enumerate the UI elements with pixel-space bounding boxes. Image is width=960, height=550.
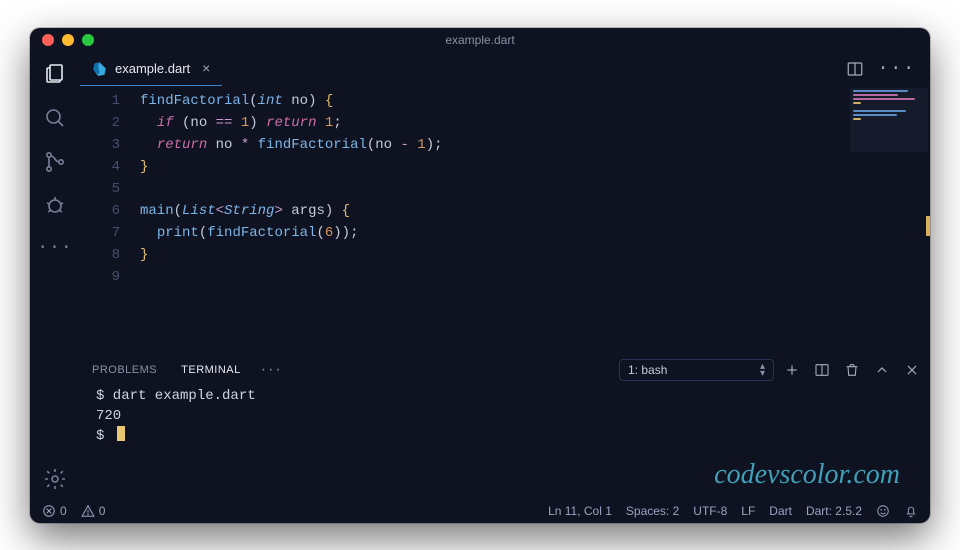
close-panel-icon[interactable] <box>904 362 920 378</box>
warning-icon <box>81 504 95 518</box>
status-encoding[interactable]: UTF-8 <box>693 504 727 518</box>
activity-bar: ··· <box>30 52 80 499</box>
bell-icon[interactable] <box>904 504 918 518</box>
trash-icon[interactable] <box>844 362 860 378</box>
debug-icon[interactable] <box>43 194 67 218</box>
tab-example-dart[interactable]: example.dart × <box>80 52 222 86</box>
split-terminal-icon[interactable] <box>814 362 830 378</box>
status-version[interactable]: Dart: 2.5.2 <box>806 504 862 518</box>
status-bar: 0 0 Ln 11, Col 1 Spaces: 2 UTF-8 LF Dart… <box>30 499 930 523</box>
bottom-panel: PROBLEMS TERMINAL ··· 1: bash ▴▾ <box>80 354 930 499</box>
smiley-icon[interactable] <box>876 504 890 518</box>
search-icon[interactable] <box>43 106 67 130</box>
status-spaces[interactable]: Spaces: 2 <box>626 504 679 518</box>
overview-marker <box>926 216 930 236</box>
dart-file-icon <box>92 61 107 76</box>
status-errors[interactable]: 0 <box>42 504 67 518</box>
panel-tab-problems[interactable]: PROBLEMS <box>80 364 169 376</box>
line-gutter: 123456789 <box>80 90 140 354</box>
select-arrows-icon: ▴▾ <box>760 363 765 377</box>
terminal-output[interactable]: $ dart example.dart720$ <box>80 386 930 499</box>
terminal-selector[interactable]: 1: bash ▴▾ <box>619 359 774 381</box>
tab-label: example.dart <box>115 61 190 76</box>
status-eol[interactable]: LF <box>741 504 755 518</box>
split-editor-icon[interactable] <box>846 60 864 78</box>
error-icon <box>42 504 56 518</box>
tab-bar: example.dart × ··· <box>80 52 930 86</box>
new-terminal-icon[interactable] <box>784 362 800 378</box>
titlebar: example.dart <box>30 28 930 52</box>
terminal-selector-label: 1: bash <box>628 363 667 377</box>
explorer-icon[interactable] <box>43 62 67 86</box>
activity-overflow-icon[interactable]: ··· <box>37 238 72 258</box>
panel-overflow-icon[interactable]: ··· <box>253 361 291 379</box>
close-tab-icon[interactable]: × <box>202 60 210 76</box>
status-lncol[interactable]: Ln 11, Col 1 <box>548 504 612 518</box>
panel-tab-terminal[interactable]: TERMINAL <box>169 364 253 376</box>
code-editor[interactable]: 123456789 findFactorial(int no) { if (no… <box>80 86 930 354</box>
gear-icon[interactable] <box>43 467 67 491</box>
code-area[interactable]: findFactorial(int no) { if (no == 1) ret… <box>140 90 930 354</box>
chevron-up-icon[interactable] <box>874 362 890 378</box>
source-control-icon[interactable] <box>43 150 67 174</box>
status-warnings[interactable]: 0 <box>81 504 106 518</box>
status-lang[interactable]: Dart <box>769 504 792 518</box>
editor-overflow-icon[interactable]: ··· <box>878 59 916 79</box>
window-title: example.dart <box>30 33 930 47</box>
